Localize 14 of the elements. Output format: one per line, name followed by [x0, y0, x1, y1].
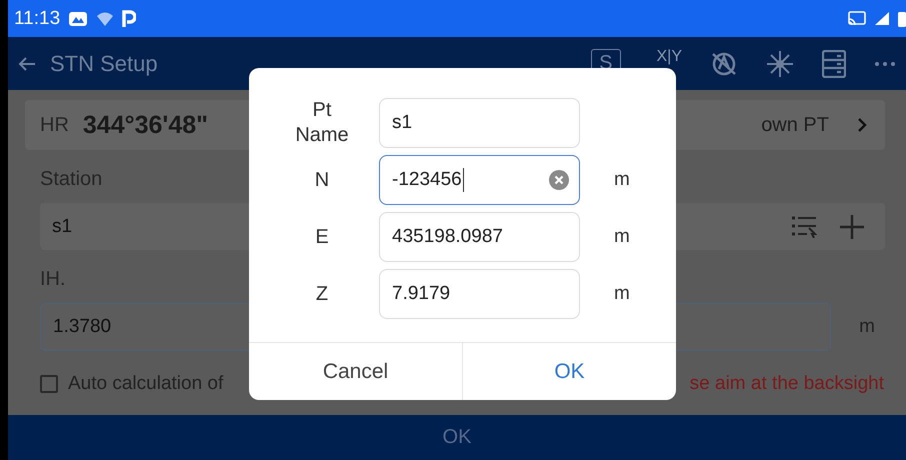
screen-title: STN Setup — [50, 50, 158, 76]
field-label: E — [314, 224, 330, 250]
auto-calc-label: Auto calculation of — [68, 373, 224, 395]
unit-label: m — [614, 169, 630, 191]
hr-value: 344°36'48" — [82, 110, 208, 140]
clock-time: 11:13 — [14, 8, 60, 30]
field-label: N — [314, 168, 330, 192]
hr-label: HR — [40, 114, 69, 136]
unit-label: m — [614, 226, 630, 248]
warning-message: se aim at the backsight — [690, 373, 884, 395]
unit-label: m — [859, 316, 875, 338]
field-label: Pt Name — [294, 98, 350, 148]
field-label: Z — [314, 282, 330, 306]
unit-label: m — [614, 283, 630, 305]
